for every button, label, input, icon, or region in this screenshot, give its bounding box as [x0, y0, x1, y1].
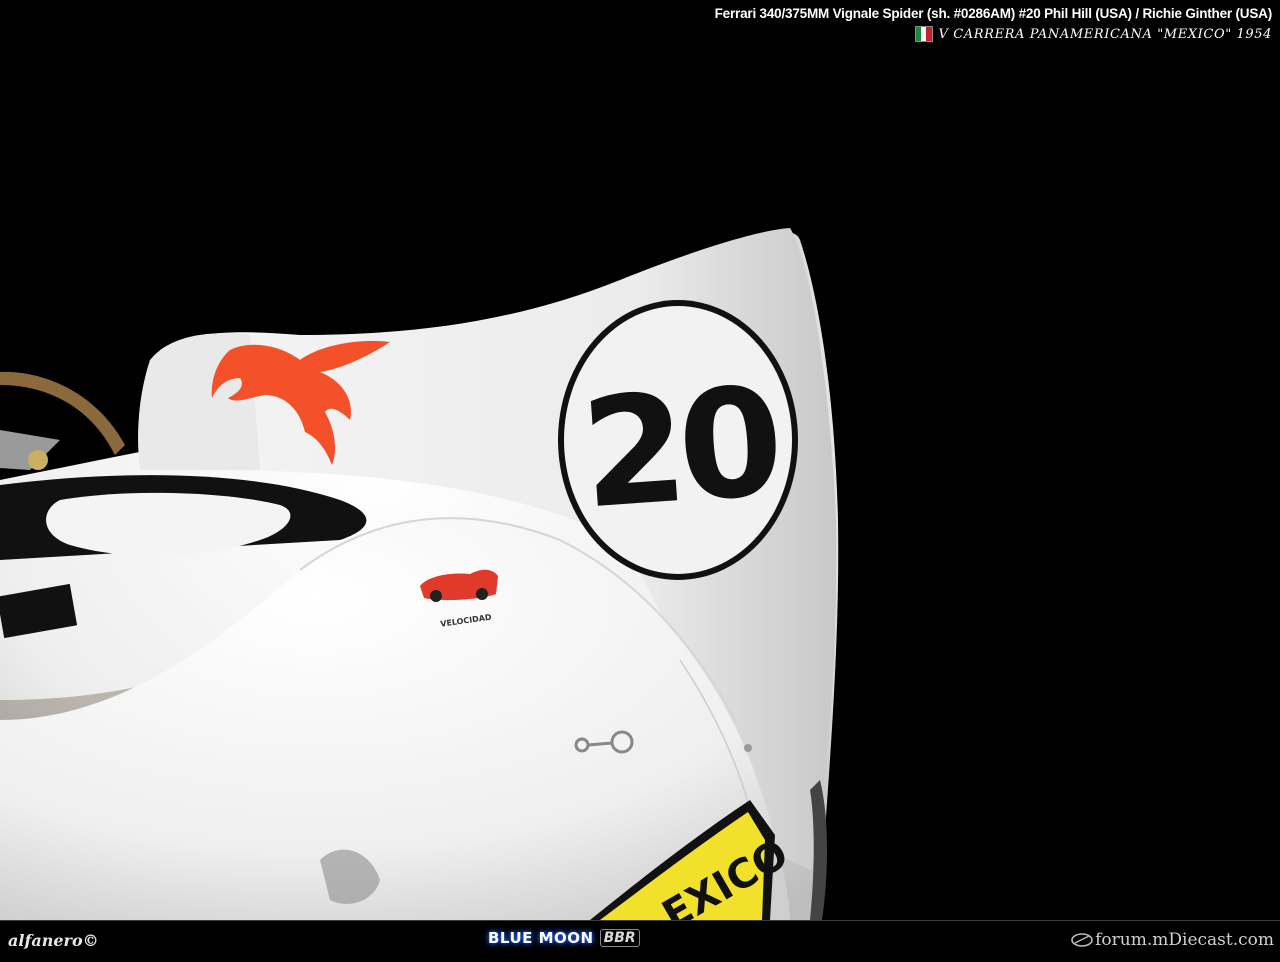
- photographer-credit: alfanero©: [8, 931, 99, 950]
- caption-title: Ferrari 340/375MM Vignale Spider (sh. #0…: [714, 6, 1273, 21]
- race-number: 20: [576, 355, 782, 542]
- forum-link[interactable]: forum.mDiecast.com: [1071, 930, 1274, 950]
- forum-logo-icon: [1071, 933, 1093, 947]
- race-number-roundel: 20: [558, 300, 798, 580]
- caption-event: V CARRERA PANAMERICANA "MEXICO" 1954: [914, 26, 1272, 42]
- blue-moon-logo: BLUE MOON: [488, 929, 594, 947]
- manufacturer-logo: BLUE MOON BBR: [488, 929, 640, 947]
- bbr-badge: BBR: [599, 929, 640, 947]
- caption-event-text: V CARRERA PANAMERICANA "MEXICO" 1954: [938, 26, 1272, 42]
- car-photo: 0 20 VELOCIDAD EXICO: [0, 228, 839, 939]
- footer-bar: alfanero© BLUE MOON BBR forum.mDiecast.c…: [0, 920, 1280, 962]
- forum-url: forum.mDiecast.com: [1095, 930, 1274, 950]
- mexico-flag-icon: [914, 26, 933, 42]
